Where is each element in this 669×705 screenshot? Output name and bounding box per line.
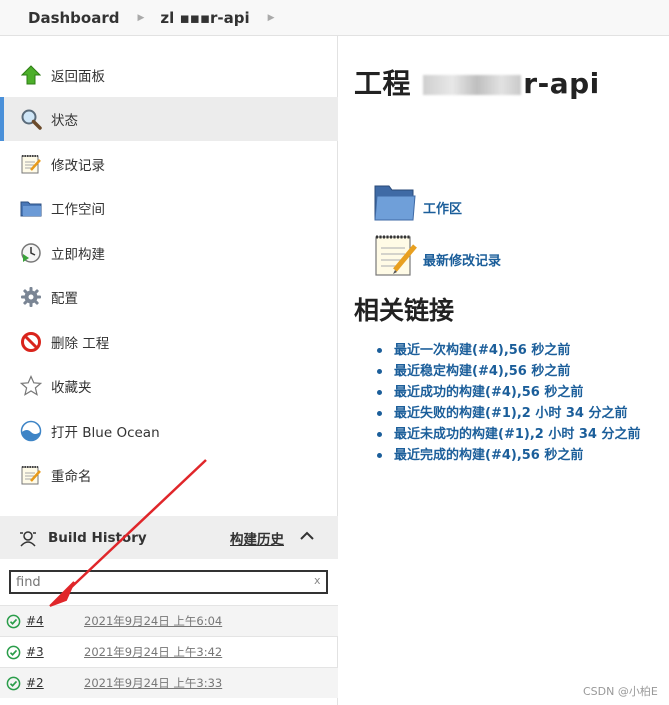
blue-ocean-icon	[20, 420, 42, 442]
success-check-icon	[6, 676, 21, 690]
star-icon	[20, 375, 42, 397]
build-date-link[interactable]: 2021年9月24日 上午6:04	[84, 613, 222, 629]
breadcrumb-project[interactable]: zl ▪▪▪r-api	[160, 9, 249, 27]
clock-play-icon	[20, 242, 42, 264]
build-row[interactable]: #4 2021年9月24日 上午6:04	[0, 605, 338, 636]
sidebar-item-label: 收藏夹	[51, 380, 92, 396]
build-history-icon	[20, 530, 36, 547]
sidebar-item-build-now[interactable]: 立即构建	[0, 231, 338, 275]
build-row[interactable]: #3 2021年9月24日 上午3:42	[0, 636, 338, 667]
chevron-up-icon[interactable]	[298, 527, 316, 545]
build-number-link[interactable]: #2	[26, 676, 84, 690]
sidebar-item-label: 返回面板	[51, 69, 105, 85]
sidebar-item-label: 状态	[51, 113, 78, 129]
latest-changes-link[interactable]: 最新修改记录	[423, 250, 501, 269]
sidebar-item-label: 立即构建	[51, 247, 105, 263]
page-title: 工程 r-api	[354, 62, 600, 102]
build-history-title: Build History	[48, 529, 147, 546]
sidebar-item-label: 修改记录	[51, 158, 105, 174]
sidebar-item-rename[interactable]: 重命名	[0, 453, 338, 497]
build-number-link[interactable]: #3	[26, 645, 84, 659]
related-link-last-successful[interactable]: 最近成功的构建(#4),56 秒之前	[375, 382, 640, 403]
notepad-icon	[20, 153, 42, 175]
build-date-link[interactable]: 2021年9月24日 上午3:33	[84, 675, 222, 691]
build-number-link[interactable]: #4	[26, 614, 84, 628]
related-link-last-stable[interactable]: 最近稳定构建(#4),56 秒之前	[375, 361, 640, 382]
related-link-last-build[interactable]: 最近一次构建(#4),56 秒之前	[375, 340, 640, 361]
sidebar-item-configure[interactable]: 配置	[0, 275, 338, 319]
sidebar: 返回面板 状态 修改记录 工作空间 立即构建 配置 删除 工程 收藏夹 打开 B…	[0, 36, 338, 705]
workspace-link[interactable]: 工作区	[423, 198, 462, 217]
sidebar-item-blue-ocean[interactable]: 打开 Blue Ocean	[0, 409, 338, 453]
sidebar-item-label: 删除 工程	[51, 336, 110, 352]
changelog-notepad-icon[interactable]	[373, 232, 417, 278]
notepad-pencil-icon	[20, 464, 42, 486]
sidebar-item-status[interactable]: 状态	[0, 97, 338, 141]
build-history-header: Build History 构建历史	[0, 516, 338, 559]
related-link-last-failed[interactable]: 最近失败的构建(#1),2 小时 34 分之前	[375, 403, 640, 424]
page-title-prefix: 工程	[354, 67, 412, 100]
build-trend-link[interactable]: 构建历史	[230, 528, 284, 548]
related-link-last-completed[interactable]: 最近完成的构建(#4),56 秒之前	[375, 445, 640, 466]
build-search-input[interactable]	[9, 570, 328, 594]
sidebar-item-delete-project[interactable]: 删除 工程	[0, 320, 338, 364]
sidebar-item-favorites[interactable]: 收藏夹	[0, 364, 338, 408]
up-arrow-icon	[20, 64, 42, 86]
redacted-text	[423, 75, 522, 95]
workspace-folder-icon[interactable]	[373, 182, 417, 224]
sidebar-item-label: 打开 Blue Ocean	[51, 425, 160, 441]
chevron-right-icon[interactable]: ▶	[268, 13, 275, 23]
build-filter: x	[0, 559, 338, 605]
clear-search-icon[interactable]: x	[314, 574, 321, 587]
sidebar-item-label: 工作空间	[51, 202, 105, 218]
sidebar-item-label: 配置	[51, 291, 78, 307]
no-entry-icon	[20, 331, 42, 353]
chevron-right-icon[interactable]: ▶	[137, 13, 144, 23]
related-links-heading: 相关链接	[354, 296, 455, 325]
build-row[interactable]: #2 2021年9月24日 上午3:33	[0, 667, 338, 698]
folder-icon	[20, 197, 42, 219]
success-check-icon	[6, 645, 21, 659]
sidebar-item-back-to-dashboard[interactable]: 返回面板	[0, 53, 338, 97]
magnifier-icon	[20, 108, 42, 130]
related-links-list: 最近一次构建(#4),56 秒之前 最近稳定构建(#4),56 秒之前 最近成功…	[375, 340, 640, 466]
breadcrumb-dashboard[interactable]: Dashboard	[0, 9, 119, 27]
sidebar-item-label: 重命名	[51, 469, 92, 485]
watermark: CSDN @小柏E	[583, 685, 658, 698]
sidebar-item-workspace[interactable]: 工作空间	[0, 186, 338, 230]
related-link-last-unsuccessful[interactable]: 最近未成功的构建(#1),2 小时 34 分之前	[375, 424, 640, 445]
gear-icon	[20, 286, 42, 308]
sidebar-item-changes[interactable]: 修改记录	[0, 142, 338, 186]
page-title-suffix: r-api	[523, 67, 600, 100]
build-date-link[interactable]: 2021年9月24日 上午3:42	[84, 644, 222, 660]
main-panel: 工程 r-api 工作区 最新修改记录 相关链接 最近一次构建(#4),56 秒…	[339, 36, 669, 705]
success-check-icon	[6, 614, 21, 628]
breadcrumb: Dashboard ▶ zl ▪▪▪r-api ▶	[0, 0, 669, 36]
